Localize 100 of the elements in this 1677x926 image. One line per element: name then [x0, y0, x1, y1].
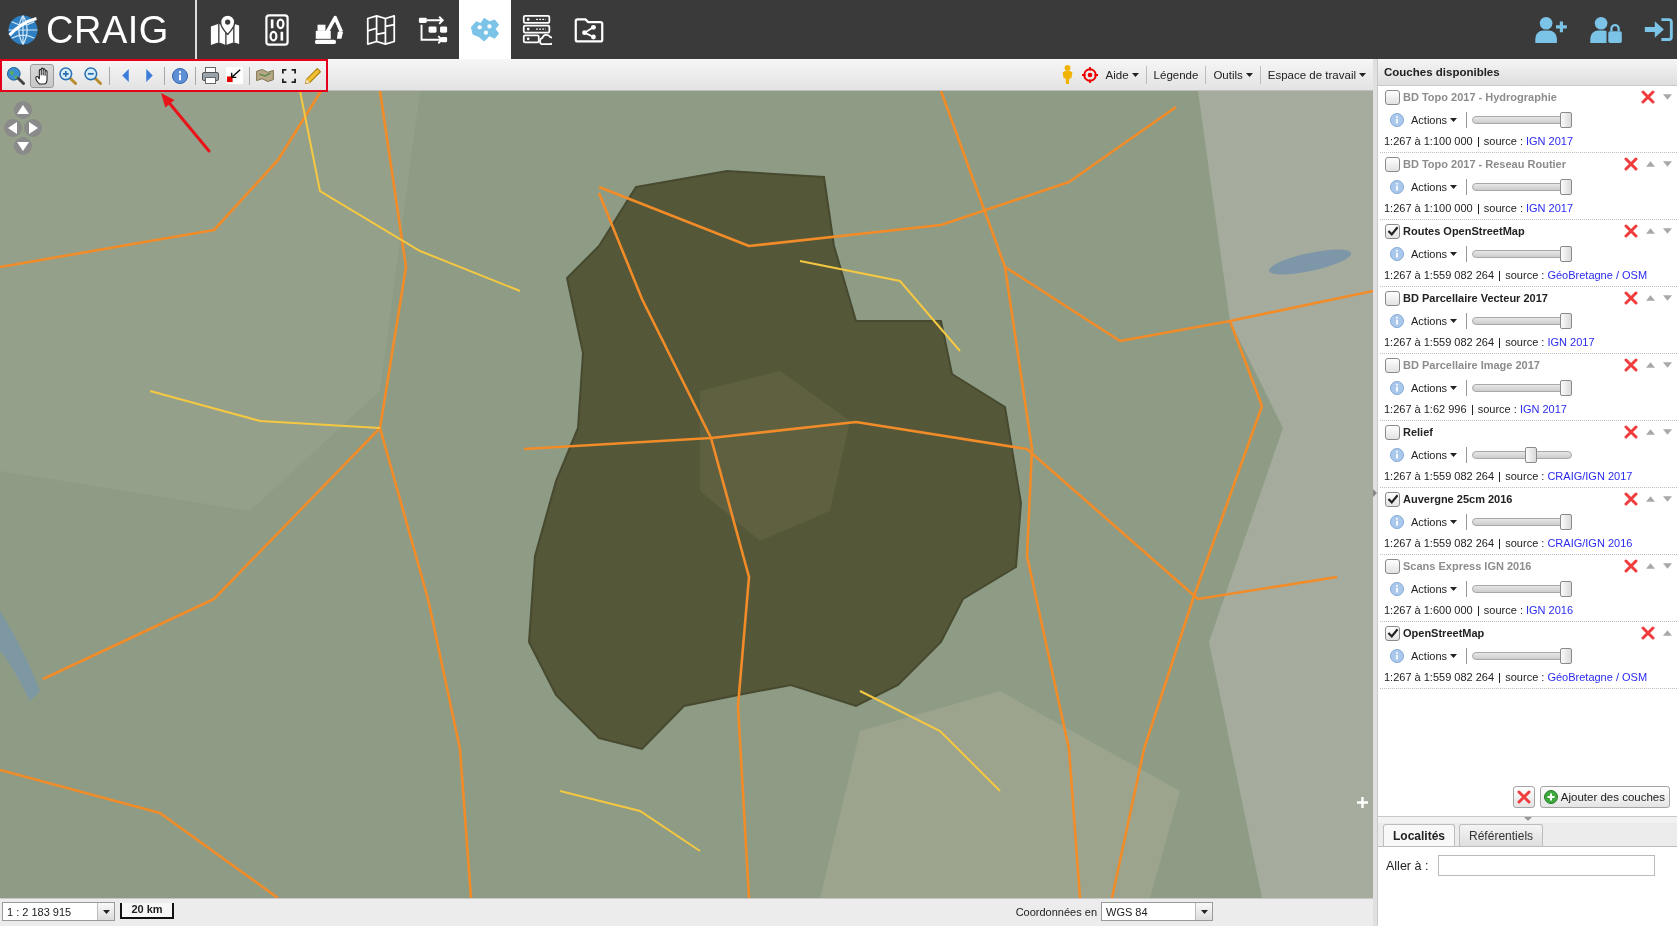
- cross-icon[interactable]: [1624, 358, 1638, 372]
- pan-right-icon[interactable]: [24, 119, 42, 137]
- tab[interactable]: Référentiels: [1459, 824, 1544, 846]
- opacity-slider[interactable]: [1472, 647, 1573, 664]
- info-icon[interactable]: [1390, 179, 1404, 194]
- slider-thumb[interactable]: [1560, 647, 1573, 664]
- cross-icon[interactable]: [1624, 291, 1638, 305]
- cross-icon[interactable]: [1624, 559, 1638, 573]
- checkmark-icon: [1386, 494, 1399, 504]
- actions-button[interactable]: Actions: [1411, 515, 1458, 528]
- caret-down-icon[interactable]: [1663, 496, 1672, 502]
- panel-header: Couches disponibles: [1378, 59, 1677, 86]
- toolbar-button[interactable]: [29, 63, 54, 88]
- caret-icon: [1450, 519, 1458, 524]
- plus-icon[interactable]: [1357, 797, 1368, 808]
- layer-checkbox[interactable]: [1385, 290, 1400, 306]
- layer-checkbox[interactable]: [1385, 491, 1400, 507]
- actions-button[interactable]: Actions: [1411, 649, 1458, 662]
- checkmark-icon: [1386, 226, 1399, 236]
- layer-checkbox[interactable]: [1385, 625, 1400, 641]
- pan-left-icon[interactable]: [4, 119, 22, 137]
- toolbar-menu[interactable]: Aide: [1102, 64, 1142, 85]
- layer-checkbox[interactable]: [1385, 424, 1400, 440]
- info-icon[interactable]: [1390, 648, 1404, 663]
- caret-icon: [1450, 452, 1458, 457]
- cross-icon[interactable]: [1624, 157, 1638, 171]
- source-link[interactable]: IGN 2017: [1547, 336, 1595, 348]
- caret-down-icon[interactable]: [1663, 429, 1672, 435]
- source-link[interactable]: GéoBretagne / OSM: [1547, 269, 1648, 281]
- opacity-slider[interactable]: [1472, 446, 1573, 463]
- caret-down-icon[interactable]: [1663, 228, 1672, 234]
- source-link[interactable]: CRAIG/IGN 2016: [1547, 537, 1633, 549]
- opacity-slider[interactable]: [1472, 580, 1573, 597]
- add-layers-button[interactable]: Ajouter des couches: [1539, 786, 1670, 808]
- layer-scale-info: 1:267 à 1:559 082 264 source : CRAIG/IGN 2017: [1383, 469, 1634, 485]
- info-icon[interactable]: [1390, 313, 1404, 328]
- opacity-slider[interactable]: [1472, 111, 1573, 128]
- cross-icon[interactable]: [1624, 224, 1638, 238]
- opacity-slider[interactable]: [1472, 513, 1573, 530]
- caret-down-icon[interactable]: [1663, 295, 1672, 301]
- user-plus-icon[interactable]: [1534, 16, 1569, 43]
- scale-select[interactable]: 1 : 2 183 915: [2, 902, 115, 921]
- sign-in-icon[interactable]: [1644, 16, 1673, 43]
- user-lock-icon[interactable]: [1589, 16, 1624, 43]
- info-icon: [171, 67, 188, 84]
- pencil-icon: [305, 67, 322, 84]
- caret-icon: [1450, 251, 1458, 256]
- map-icon: [256, 69, 275, 82]
- info-icon[interactable]: [1390, 380, 1404, 395]
- pan-up-icon[interactable]: [14, 101, 32, 119]
- info-icon[interactable]: [1390, 447, 1404, 462]
- splitter-handle-icon[interactable]: [1523, 817, 1532, 821]
- target-icon[interactable]: [1081, 66, 1098, 83]
- plus-circle-icon: [1543, 790, 1558, 804]
- toolbar-menu[interactable]: Espace de travail: [1264, 64, 1369, 85]
- slider-thumb[interactable]: [1560, 312, 1573, 329]
- pan-down-icon[interactable]: [14, 137, 32, 155]
- caret-up-icon[interactable]: [1646, 228, 1655, 234]
- info-icon[interactable]: [1390, 246, 1404, 261]
- layer-name: OpenStreetMap: [1403, 627, 1485, 639]
- opacity-slider[interactable]: [1472, 178, 1573, 195]
- info-icon[interactable]: [1390, 514, 1404, 529]
- opacity-slider[interactable]: [1472, 379, 1573, 396]
- opacity-slider[interactable]: [1472, 312, 1573, 329]
- actions-button[interactable]: Actions: [1411, 314, 1458, 327]
- actions-button[interactable]: Actions: [1411, 247, 1458, 260]
- caret-icon: [1450, 385, 1458, 390]
- tab[interactable]: Localités: [1383, 824, 1456, 846]
- source-link[interactable]: GéoBretagne / OSM: [1547, 671, 1648, 683]
- hand-icon: [35, 66, 49, 85]
- caret-up-icon[interactable]: [1646, 496, 1655, 502]
- projection-select[interactable]: WGS 84: [1101, 902, 1213, 921]
- slider-thumb[interactable]: [1560, 513, 1573, 530]
- layer-checkbox[interactable]: [1385, 223, 1400, 239]
- folded-map-icon: [366, 13, 396, 46]
- left-triangle-icon: [121, 69, 129, 82]
- cross-icon[interactable]: [1624, 425, 1638, 439]
- caret-up-icon[interactable]: [1646, 295, 1655, 301]
- caret-up-icon[interactable]: [1663, 630, 1672, 636]
- caret-icon: [1450, 117, 1458, 122]
- layer-name: BD Parcellaire Vecteur 2017: [1403, 292, 1548, 304]
- cross-icon[interactable]: [1624, 492, 1638, 506]
- slider-thumb[interactable]: [1524, 446, 1537, 463]
- layer-name: Auvergne 25cm 2016: [1403, 493, 1513, 505]
- caret-up-icon[interactable]: [1646, 429, 1655, 435]
- info-icon[interactable]: [1390, 112, 1404, 127]
- actions-button[interactable]: Actions: [1411, 448, 1458, 461]
- cross-icon[interactable]: [1641, 626, 1655, 640]
- layer-scale-info: 1:267 à 1:559 082 264 source : GéoBretagne / OSM: [1383, 268, 1649, 284]
- slider-thumb[interactable]: [1560, 245, 1573, 262]
- opacity-slider[interactable]: [1472, 245, 1573, 262]
- toolbar-menu[interactable]: Outils: [1210, 64, 1256, 85]
- source-link[interactable]: CRAIG/IGN 2017: [1547, 470, 1633, 482]
- remove-button[interactable]: [1512, 786, 1535, 808]
- layer-scale-info: 1:267 à 1:100 000 source : IGN 2017: [1383, 134, 1575, 150]
- goto-field[interactable]: [1438, 855, 1656, 876]
- toolbar-menu[interactable]: Légende: [1150, 64, 1202, 85]
- layer-name: BD Parcellaire Image 2017: [1403, 359, 1540, 371]
- layer-scale-info: 1:267 à 1:62 996 source : IGN 2017: [1383, 402, 1568, 418]
- info-icon[interactable]: [1390, 581, 1404, 596]
